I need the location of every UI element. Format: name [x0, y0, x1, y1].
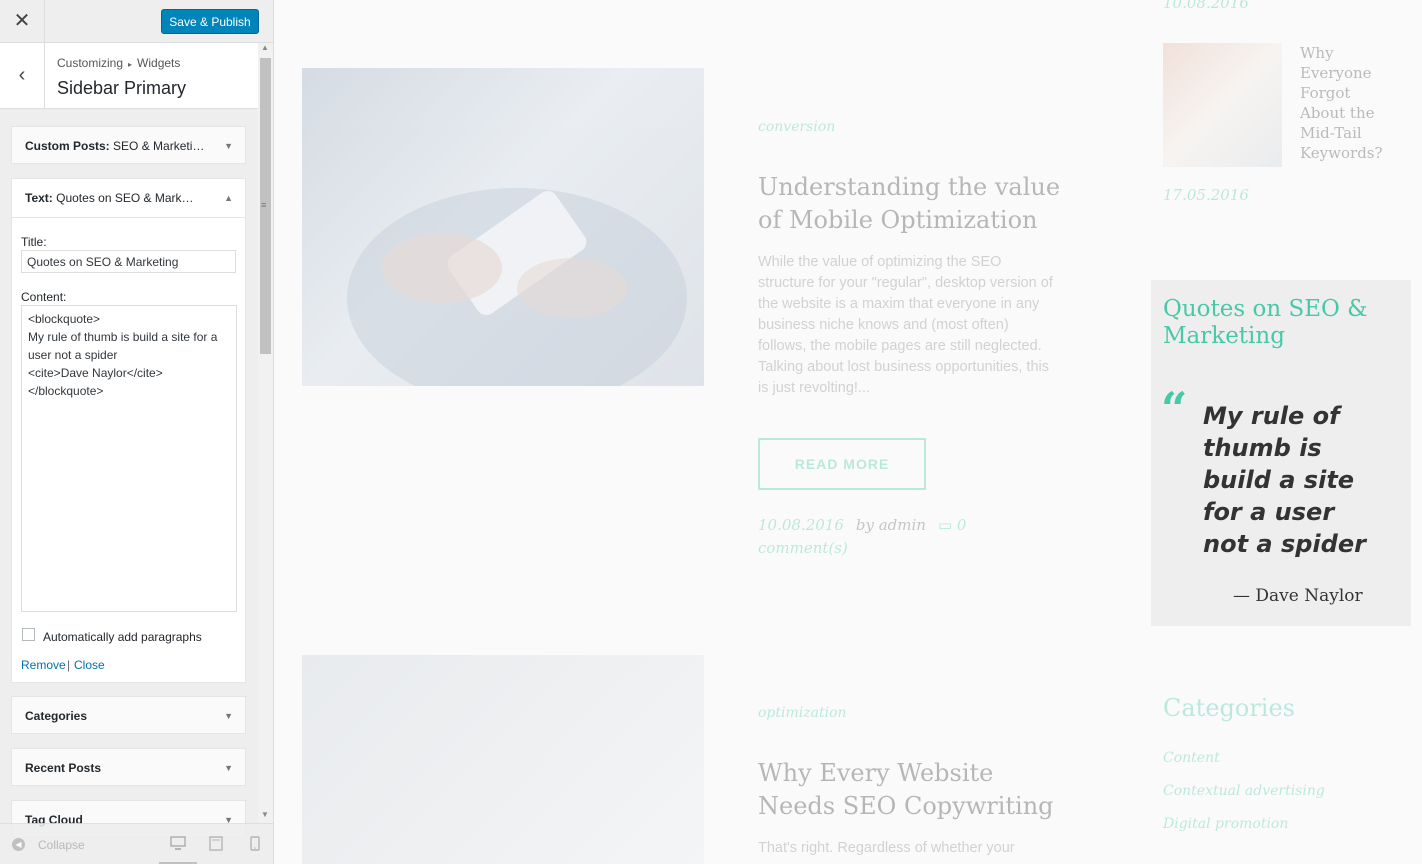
- recent-post-thumbnail[interactable]: [1163, 43, 1282, 167]
- title-field[interactable]: [21, 250, 236, 273]
- mobile-preview-icon[interactable]: [247, 836, 263, 853]
- remove-link[interactable]: Remove: [21, 658, 66, 672]
- quote-cite: — Dave Naylor: [1233, 586, 1363, 606]
- widget-title: Text: Quotes on SEO & Mark…: [25, 179, 194, 217]
- category-link[interactable]: Contextual advertising: [1163, 783, 1325, 799]
- link-separator: |: [67, 658, 71, 672]
- customizer-header: ✕ Save & Publish: [0, 0, 273, 43]
- post-thumbnail-keyboard[interactable]: [302, 655, 704, 864]
- widget-text-quotes: Text: Quotes on SEO & Mark… ▲ Title: Con…: [11, 178, 246, 683]
- recent-post-title[interactable]: Why Everyone Forgot About the Mid-Tail K…: [1300, 43, 1400, 163]
- widget-categories[interactable]: Categories ▼: [11, 696, 246, 734]
- close-link[interactable]: Close: [74, 658, 105, 672]
- autop-label: Automatically add paragraphs: [43, 630, 202, 644]
- desktop-preview-icon[interactable]: [170, 836, 186, 853]
- back-button[interactable]: ‹: [0, 43, 45, 108]
- scrollbar-grip-icon: ≡: [261, 200, 267, 210]
- quote-mark-icon: “: [1161, 382, 1188, 436]
- post-category[interactable]: optimization: [758, 705, 847, 721]
- post-meta: 10.08.2016 by admin ▭ 0 comment(s): [758, 514, 1018, 560]
- panel-scrollbar[interactable]: ▲ ≡ ▼: [258, 43, 273, 823]
- post-title[interactable]: Understanding the value of Mobile Optimi…: [758, 171, 1068, 237]
- collapse-icon[interactable]: ◀: [12, 838, 25, 851]
- category-link[interactable]: Digital promotion: [1163, 816, 1288, 832]
- expand-arrow-icon[interactable]: ▼: [224, 697, 233, 735]
- post-author[interactable]: by admin: [856, 516, 926, 534]
- breadcrumb-root: Customizing: [57, 56, 124, 70]
- expand-arrow-icon[interactable]: ▼: [224, 749, 233, 787]
- category-link[interactable]: Content: [1163, 750, 1220, 766]
- quote-widget-title: Quotes on SEO & Marketing: [1163, 296, 1368, 349]
- widget-type: Text:: [25, 191, 53, 205]
- quote-widget: Quotes on SEO & Marketing “ My rule of t…: [1151, 280, 1411, 626]
- post-date: 10.08.2016: [758, 516, 844, 534]
- post-thumbnail-phone[interactable]: [302, 68, 704, 386]
- post-title[interactable]: Why Every Website Needs SEO Copywriting: [758, 757, 1068, 823]
- widget-name: SEO & Marketi…: [113, 139, 205, 153]
- widget-recent-posts[interactable]: Recent Posts ▼: [11, 748, 246, 786]
- scroll-up-arrow-icon[interactable]: ▲: [261, 43, 269, 52]
- customizer-panel: ✕ Save & Publish ‹ Customizing ▸ Widgets S…: [0, 0, 274, 864]
- widget-header[interactable]: Text: Quotes on SEO & Mark… ▲: [12, 179, 245, 218]
- comment-icon: ▭: [937, 516, 957, 534]
- content-textarea[interactable]: <blockquote> My rule of thumb is build a…: [21, 305, 237, 612]
- save-publish-button[interactable]: Save & Publish: [161, 9, 259, 34]
- widget-title: Custom Posts: SEO & Marketi…: [25, 127, 204, 165]
- post-excerpt: While the value of optimizing the SEO st…: [758, 254, 1053, 396]
- title-label: Title:: [21, 235, 47, 249]
- widget-type: Custom Posts:: [25, 139, 110, 153]
- categories-title: Categories: [1163, 694, 1295, 722]
- widget-name: Categories: [25, 709, 88, 723]
- widget-title: Categories: [25, 697, 87, 735]
- expand-arrow-icon[interactable]: ▼: [224, 127, 233, 165]
- quote-text: My rule of thumb is build a site for a u…: [1203, 402, 1366, 558]
- section-header: ‹ Customizing ▸ Widgets Sidebar Primary: [0, 43, 258, 109]
- breadcrumb-child: Widgets: [137, 56, 181, 70]
- tablet-preview-icon[interactable]: [208, 836, 224, 853]
- phone-hand-illustration: [347, 188, 687, 386]
- close-customizer-button[interactable]: ✕: [0, 0, 45, 42]
- read-more-button[interactable]: READ MORE: [758, 438, 926, 490]
- collapse-arrow-icon[interactable]: ▲: [224, 179, 233, 217]
- scroll-down-arrow-icon[interactable]: ▼: [261, 810, 269, 819]
- breadcrumb: Customizing ▸ Widgets: [57, 56, 180, 70]
- section-title: Sidebar Primary: [57, 78, 187, 98]
- customizer-footer: ◀ Collapse: [0, 823, 273, 864]
- breadcrumb-separator-icon: ▸: [128, 60, 133, 69]
- collapse-button[interactable]: Collapse: [38, 838, 85, 852]
- recent-post-date: 17.05.2016: [1163, 186, 1249, 204]
- content-label: Content:: [21, 290, 67, 304]
- widget-name: Recent Posts: [25, 761, 102, 775]
- site-preview: 10.08.2016 conversion Understanding the …: [274, 0, 1422, 864]
- post-excerpt: That's right. Regardless of whether your: [758, 840, 1015, 856]
- widget-name: Quotes on SEO & Mark…: [56, 191, 194, 205]
- widget-title: Recent Posts: [25, 749, 101, 787]
- autop-checkbox[interactable]: [22, 628, 35, 641]
- post-category[interactable]: conversion: [758, 119, 835, 135]
- sidebar-post-date: 10.08.2016: [1163, 0, 1249, 12]
- widget-custom-posts[interactable]: Custom Posts: SEO & Marketi… ▼: [11, 126, 246, 164]
